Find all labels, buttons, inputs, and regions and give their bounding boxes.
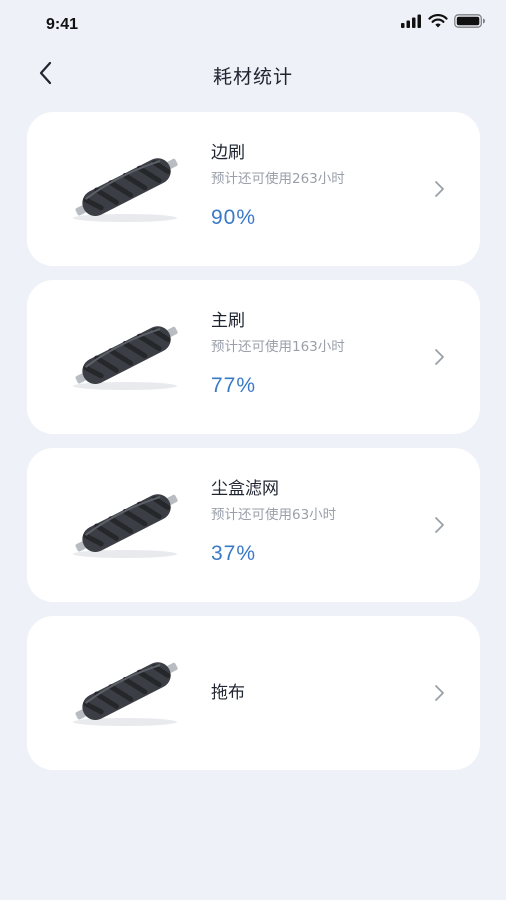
signal-icon (400, 14, 422, 28)
status-time: 9:41 (46, 16, 79, 33)
remaining-percent: 90% (211, 206, 257, 229)
consumable-card-mop[interactable]: 拖布 (27, 616, 480, 770)
status-bar: 9:41 (0, 0, 506, 52)
wifi-icon (428, 14, 448, 28)
nav-bar: 耗材统计 (0, 52, 506, 98)
consumable-name: 尘盒滤网 (211, 479, 279, 499)
chevron-right-icon (432, 684, 446, 702)
brush-image (65, 482, 189, 566)
brush-image (65, 314, 189, 398)
card-info: 主刷 预计还可使用163小时 77% (211, 310, 431, 398)
remaining-percent: 77% (211, 374, 257, 397)
brush-image (65, 146, 189, 230)
page-title: 耗材统计 (212, 66, 293, 88)
chevron-right-icon (432, 348, 446, 366)
card-info: 尘盒滤网 预计还可使用63小时 37% (211, 478, 431, 566)
brush-image (65, 650, 189, 734)
status-icons (400, 14, 486, 28)
consumable-card-side-brush[interactable]: 边刷 预计还可使用263小时 90% (27, 112, 480, 266)
battery-icon (454, 14, 486, 28)
consumable-card-main-brush[interactable]: 主刷 预计还可使用163小时 77% (27, 280, 480, 434)
card-info: 拖布 (211, 682, 431, 704)
remaining-percent: 37% (211, 542, 257, 565)
consumables-list: 边刷 预计还可使用263小时 90% 主刷 预计还可使用163小时 77% 尘盒… (27, 112, 480, 784)
remaining-time: 预计还可使用163小时 (211, 339, 345, 355)
consumable-name: 拖布 (211, 683, 245, 703)
consumable-card-dust-filter[interactable]: 尘盒滤网 预计还可使用63小时 37% (27, 448, 480, 602)
chevron-right-icon (432, 180, 446, 198)
consumable-name: 边刷 (211, 143, 245, 163)
remaining-time: 预计还可使用63小时 (211, 507, 337, 523)
chevron-right-icon (432, 516, 446, 534)
consumable-name: 主刷 (211, 311, 245, 331)
card-info: 边刷 预计还可使用263小时 90% (211, 142, 431, 230)
remaining-time: 预计还可使用263小时 (211, 171, 345, 187)
